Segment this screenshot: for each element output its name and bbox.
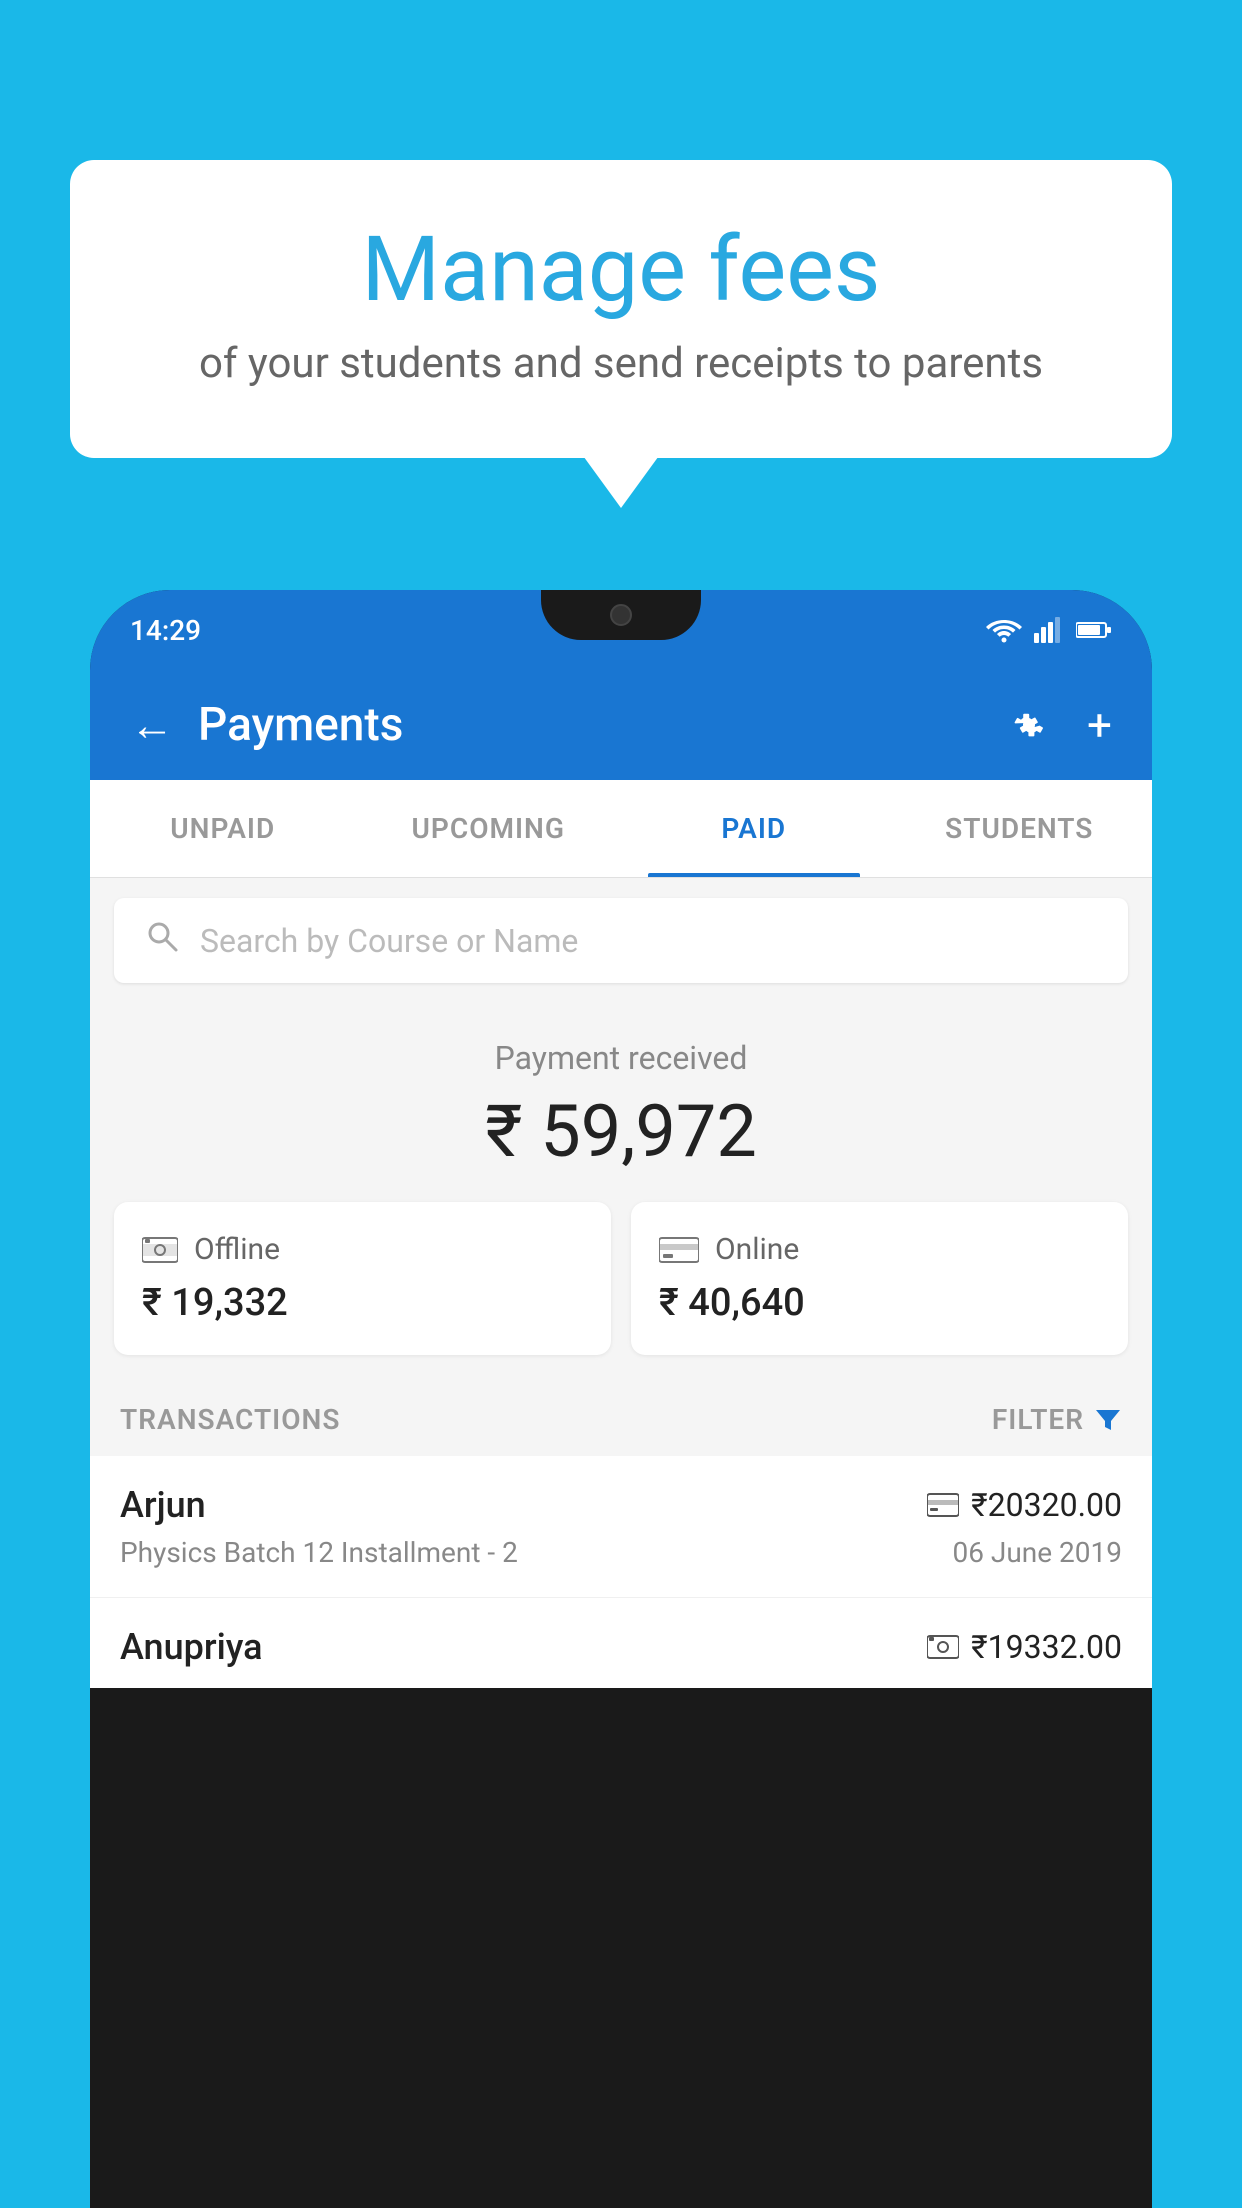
- offline-amount: ₹ 19,332: [142, 1281, 583, 1325]
- payment-summary: Payment received ₹ 59,972: [90, 1003, 1152, 1202]
- header-title: Payments: [198, 698, 403, 752]
- signal-icon: [1034, 617, 1064, 643]
- offline-card-header: Offline: [142, 1232, 583, 1267]
- speech-bubble-subtitle: of your students and send receipts to pa…: [150, 339, 1092, 388]
- tab-students[interactable]: STUDENTS: [887, 780, 1153, 877]
- camera: [610, 604, 632, 626]
- transactions-label: TRANSACTIONS: [120, 1403, 340, 1436]
- filter-label: FILTER: [992, 1403, 1084, 1436]
- online-payment-icon: [927, 1493, 959, 1517]
- phone-frame: 14:29: [90, 590, 1152, 2208]
- tab-paid[interactable]: PAID: [621, 780, 887, 877]
- notch: [541, 590, 701, 640]
- status-bar: 14:29: [130, 614, 1112, 647]
- phone-content: Search by Course or Name Payment receive…: [90, 878, 1152, 1688]
- back-button[interactable]: ←: [130, 703, 174, 747]
- offline-card: Offline ₹ 19,332: [114, 1202, 611, 1355]
- transactions-header: TRANSACTIONS FILTER: [90, 1383, 1152, 1456]
- speech-bubble: Manage fees of your students and send re…: [70, 160, 1172, 458]
- transaction-course: Physics Batch 12 Installment - 2: [120, 1536, 518, 1569]
- transaction-amount: ₹20320.00: [971, 1486, 1122, 1524]
- payment-total-amount: ₹ 59,972: [114, 1089, 1128, 1174]
- online-label: Online: [715, 1232, 799, 1267]
- transaction-top: Arjun ₹20320.00: [120, 1484, 1122, 1526]
- header-right: +: [1007, 699, 1112, 751]
- cards-row: Offline ₹ 19,332 Online ₹ 40,640: [90, 1202, 1152, 1383]
- transaction-top: Anupriya ₹19332.00: [120, 1626, 1122, 1668]
- header-left: ← Payments: [130, 698, 403, 752]
- payment-received-label: Payment received: [114, 1039, 1128, 1077]
- battery-icon: [1076, 621, 1112, 639]
- transaction-name: Arjun: [120, 1484, 206, 1526]
- transaction-amount: ₹19332.00: [971, 1628, 1122, 1666]
- search-container[interactable]: Search by Course or Name: [114, 898, 1128, 983]
- status-bar-area: 14:29: [90, 590, 1152, 670]
- online-card-header: Online: [659, 1232, 1100, 1267]
- transaction-amount-wrap: ₹19332.00: [927, 1628, 1122, 1666]
- time-display: 14:29: [130, 614, 201, 647]
- transaction-date: 06 June 2019: [952, 1536, 1122, 1569]
- transaction-bottom: Physics Batch 12 Installment - 2 06 June…: [120, 1536, 1122, 1569]
- transaction-name: Anupriya: [120, 1626, 263, 1668]
- speech-bubble-container: Manage fees of your students and send re…: [70, 160, 1172, 458]
- transaction-row[interactable]: Anupriya ₹19332.00: [90, 1598, 1152, 1688]
- tab-unpaid[interactable]: UNPAID: [90, 780, 356, 877]
- speech-bubble-title: Manage fees: [150, 220, 1092, 319]
- tab-upcoming[interactable]: UPCOMING: [356, 780, 622, 877]
- cash-icon: [142, 1236, 178, 1264]
- tabs-bar: UNPAID UPCOMING PAID STUDENTS: [90, 780, 1152, 878]
- app-header: ← Payments +: [90, 670, 1152, 780]
- transaction-row[interactable]: Arjun ₹20320.00 Physics Batch 12 Install…: [90, 1456, 1152, 1598]
- status-icons: [986, 617, 1112, 643]
- search-input-placeholder[interactable]: Search by Course or Name: [200, 922, 578, 960]
- wifi-icon: [986, 617, 1022, 643]
- credit-card-icon: [659, 1236, 699, 1264]
- filter-button[interactable]: FILTER: [992, 1403, 1122, 1436]
- online-card: Online ₹ 40,640: [631, 1202, 1128, 1355]
- settings-icon[interactable]: [1007, 703, 1051, 747]
- search-icon: [144, 918, 180, 963]
- online-amount: ₹ 40,640: [659, 1281, 1100, 1325]
- filter-icon: [1094, 1406, 1122, 1434]
- add-button[interactable]: +: [1087, 699, 1112, 751]
- offline-label: Offline: [194, 1232, 280, 1267]
- offline-payment-icon: [927, 1635, 959, 1659]
- transaction-amount-wrap: ₹20320.00: [927, 1486, 1122, 1524]
